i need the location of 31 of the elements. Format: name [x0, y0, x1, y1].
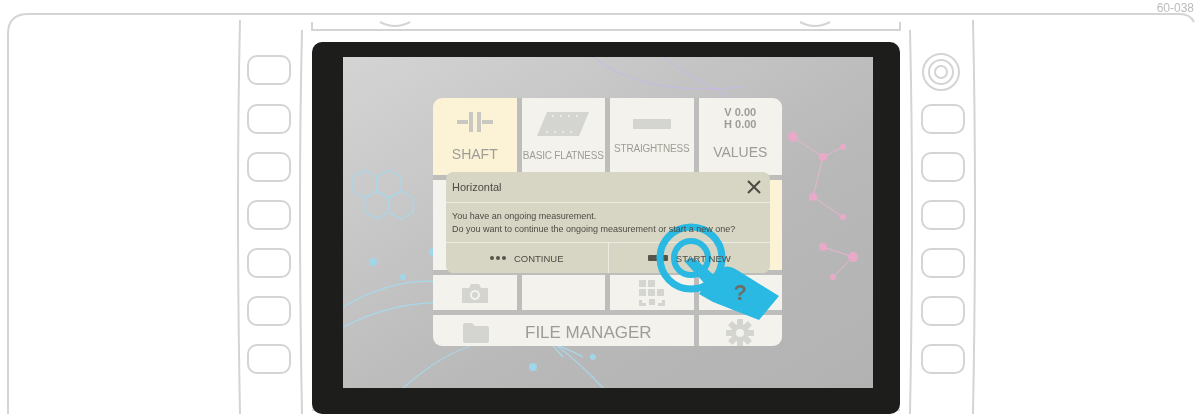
dialog-message: You have an ongoing measurement. [452, 209, 598, 223]
tile-label: SHAFT [451, 145, 498, 162]
menu-tile[interactable] [698, 315, 782, 346]
tile-label: VALUES [713, 143, 768, 160]
reading-text: V 0.00 [724, 105, 757, 118]
bar-icon [632, 119, 671, 129]
reading-text: H 0.00 [724, 117, 757, 130]
coupling-icon [456, 111, 493, 132]
tile-label: BASIC FLATNESS [522, 150, 604, 161]
menu-tile[interactable]: BASIC FLATNESS [521, 98, 605, 175]
menu-tile[interactable]: STRAIGHTNESS [610, 98, 694, 175]
figure-number: 60-038 [1156, 0, 1194, 16]
menu-tile[interactable]: V 0.00 H 0.00 VALUES [698, 98, 782, 175]
tile-label: ? [733, 279, 747, 306]
menu-tile[interactable]: SHAFT [433, 98, 517, 175]
plus-icon [647, 255, 668, 261]
dots-icon [489, 256, 506, 260]
menu-tile[interactable] [433, 275, 517, 310]
plate-icon [537, 112, 590, 136]
dialog-title: Horizontal [452, 181, 502, 193]
menu-tile[interactable]: FILE MANAGER [433, 315, 694, 346]
close-icon [747, 180, 761, 194]
qr-code-icon [638, 279, 665, 306]
menu-tile[interactable] [521, 275, 605, 310]
camera-icon [461, 282, 488, 303]
tile-label: STRAIGHTNESS [614, 143, 690, 154]
dialog-button[interactable]: CONTINUE [446, 243, 608, 273]
tile-label: FILE MANAGER [525, 323, 652, 343]
close-button[interactable] [746, 179, 762, 195]
folder-icon [463, 323, 489, 343]
settings-icon [726, 319, 755, 346]
